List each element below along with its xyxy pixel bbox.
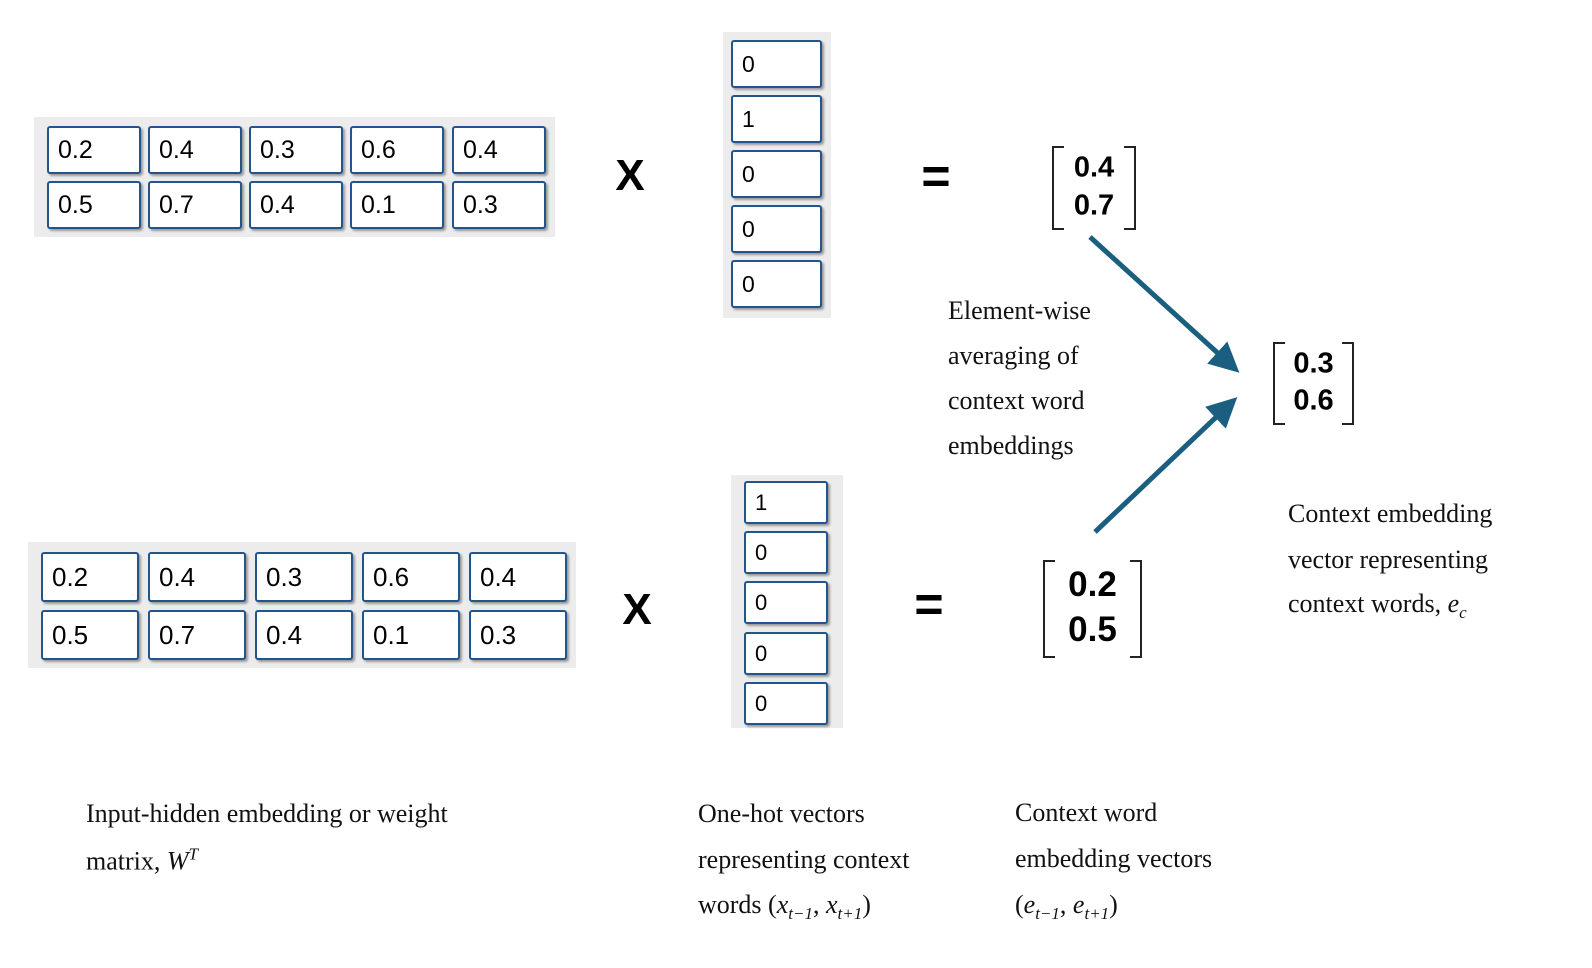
matrix-cell: 0.4 bbox=[148, 126, 242, 174]
matrix-cell: 0.4 bbox=[452, 126, 546, 174]
matrix-cell: 0.3 bbox=[452, 181, 546, 229]
matrix-cell: 0 bbox=[744, 581, 828, 624]
matrix-cell: 0.5 bbox=[47, 181, 141, 229]
matrix-cell: 0.4 bbox=[469, 552, 567, 602]
matrix-cell: 0.3 bbox=[469, 610, 567, 660]
matrix-cell: 0.2 bbox=[47, 126, 141, 174]
matrix-cell: 0.4 bbox=[249, 181, 343, 229]
matrix-cell: 0 bbox=[744, 682, 828, 725]
matrix-cell: 0.7 bbox=[148, 610, 246, 660]
arrow-top-to-context bbox=[1088, 235, 1240, 373]
matrix-cell: 1 bbox=[731, 95, 822, 143]
matrix-cell: 0.2 bbox=[41, 552, 139, 602]
arrow-bottom-to-context bbox=[1093, 397, 1238, 534]
matrix-cell: 0 bbox=[731, 205, 822, 253]
matrix-cell: 0 bbox=[731, 150, 822, 198]
matrix-cell: 0.3 bbox=[249, 126, 343, 174]
matrix-cell: 0 bbox=[744, 531, 828, 574]
matrix-cell: 0.6 bbox=[362, 552, 460, 602]
matrix-cell: 0.3 bbox=[255, 552, 353, 602]
matrix-cell: 0 bbox=[731, 40, 822, 88]
cbow-diagram: X = 0.4 0.7 X = 0.2 0.5 0.3 0.6 Element-… bbox=[0, 0, 1592, 968]
matrix-cell: 0 bbox=[744, 632, 828, 675]
matrix-cell: 0.1 bbox=[350, 181, 444, 229]
matrix-cell: 0.6 bbox=[350, 126, 444, 174]
matrix-cell: 1 bbox=[744, 481, 828, 524]
matrix-cell: 0.4 bbox=[255, 610, 353, 660]
matrix-cell: 0.4 bbox=[148, 552, 246, 602]
matrix-cell: 0.5 bbox=[41, 610, 139, 660]
matrix-cell: 0.7 bbox=[148, 181, 242, 229]
matrix-cell: 0 bbox=[731, 260, 822, 308]
matrix-cell: 0.1 bbox=[362, 610, 460, 660]
